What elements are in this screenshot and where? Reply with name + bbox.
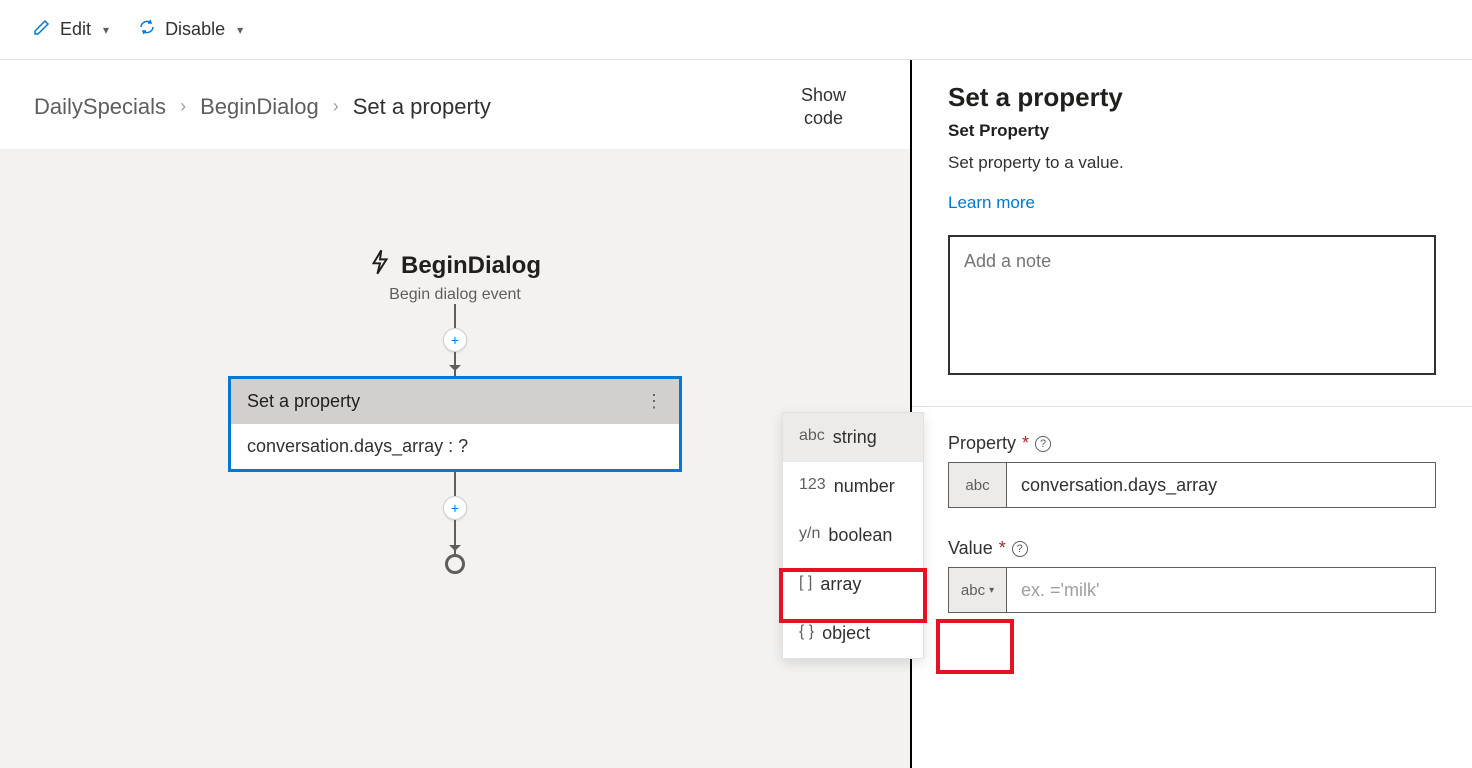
type-label: number [834,476,895,497]
breadcrumb-item[interactable]: BeginDialog [200,94,319,120]
left-pane: DailySpecials › BeginDialog › Set a prop… [0,60,912,768]
edit-button[interactable]: Edit ▾ [32,17,109,42]
type-label: boolean [828,525,892,546]
main: DailySpecials › BeginDialog › Set a prop… [0,60,1472,768]
panel-subtitle: Set Property [948,121,1436,141]
node-menu-button[interactable]: ⋮ [645,391,663,412]
action-node[interactable]: Set a property ⋮ conversation.days_array… [228,376,682,472]
value-type-selector[interactable]: abc ▾ [949,568,1007,612]
learn-more-link[interactable]: Learn more [948,193,1035,213]
edit-icon [32,17,52,42]
property-label: Property * ? [948,433,1436,454]
add-node-button[interactable]: + [443,328,467,352]
type-label: array [820,574,861,595]
property-type-selector[interactable]: abc [949,463,1007,507]
edge [454,304,456,328]
edit-label: Edit [60,19,91,40]
properties-panel: Set a property Set Property Set property… [912,60,1472,768]
value-field: abc ▾ [948,567,1436,613]
help-icon[interactable]: ? [1035,436,1051,452]
type-option-number[interactable]: 123 number [783,462,923,511]
required-indicator: * [999,538,1006,559]
type-prefix: abc [799,427,825,448]
node-body: conversation.days_array : ? [231,424,679,469]
type-prefix: { } [799,623,814,644]
property-field: abc [948,462,1436,508]
add-node-button[interactable]: + [443,496,467,520]
type-prefix: 123 [799,476,826,497]
property-label-text: Property [948,433,1016,454]
trigger-subtitle: Begin dialog event [389,286,521,304]
breadcrumb-item-current: Set a property [353,94,491,120]
breadcrumb-row: DailySpecials › BeginDialog › Set a prop… [0,60,910,149]
edge [454,472,456,496]
breadcrumb: DailySpecials › BeginDialog › Set a prop… [34,94,491,120]
trigger-title: BeginDialog [369,249,541,282]
type-option-boolean[interactable]: y/n boolean [783,511,923,560]
type-option-string[interactable]: abc string [783,413,923,462]
note-input[interactable] [948,235,1436,375]
edge [454,520,456,556]
chevron-down-icon: ▾ [237,23,243,37]
chevron-right-icon: › [333,96,339,117]
type-prefix: y/n [799,525,820,546]
type-label: string [833,427,877,448]
type-dropdown: abc string 123 number y/n boolean [ ] ar… [782,412,924,659]
canvas[interactable]: BeginDialog Begin dialog event + Set a p… [0,149,910,768]
breadcrumb-item[interactable]: DailySpecials [34,94,166,120]
property-input[interactable] [1007,463,1435,507]
panel-title: Set a property [948,82,1436,113]
end-node [445,554,465,574]
type-prefix: [ ] [799,574,812,595]
node-title: Set a property [247,391,360,412]
node-header: Set a property ⋮ [231,379,679,424]
type-option-object[interactable]: { } object [783,609,923,658]
panel-description: Set property to a value. [948,153,1436,173]
value-label-text: Value [948,538,993,559]
disable-label: Disable [165,19,225,40]
type-option-array[interactable]: [ ] array [783,560,923,609]
divider [912,406,1472,407]
flow-column: BeginDialog Begin dialog event + Set a p… [228,249,682,574]
type-prefix-text: abc [961,582,985,599]
disable-button[interactable]: Disable ▾ [137,17,243,42]
required-indicator: * [1022,433,1029,454]
type-label: object [822,623,870,644]
help-icon[interactable]: ? [1012,541,1028,557]
chevron-down-icon: ▾ [989,585,994,596]
type-prefix-text: abc [965,477,989,494]
chevron-down-icon: ▾ [103,23,109,37]
toolbar: Edit ▾ Disable ▾ [0,0,1472,60]
chevron-right-icon: › [180,96,186,117]
lightning-icon [369,249,391,282]
edge [454,352,456,376]
value-input[interactable] [1007,568,1435,612]
show-code-button[interactable]: Show code [801,84,846,129]
value-label: Value * ? [948,538,1436,559]
value-field-group: Value * ? abc ▾ [948,538,1436,613]
trigger-title-text: BeginDialog [401,252,541,280]
refresh-icon [137,17,157,42]
